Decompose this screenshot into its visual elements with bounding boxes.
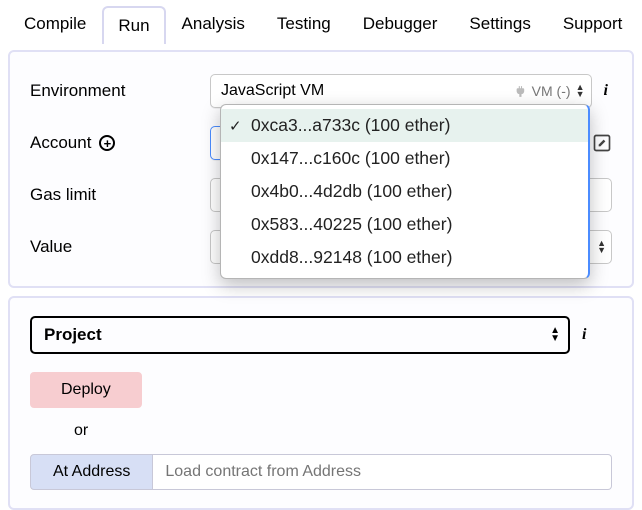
- tab-testing[interactable]: Testing: [261, 4, 347, 42]
- contract-selected: Project: [44, 325, 102, 345]
- tab-analysis[interactable]: Analysis: [166, 4, 261, 42]
- account-option[interactable]: 0x583...40225 (100 ether): [221, 208, 588, 241]
- select-arrows-icon: [576, 84, 585, 98]
- contract-info-icon[interactable]: i: [578, 326, 590, 344]
- tab-compile[interactable]: Compile: [8, 4, 102, 42]
- checkmark-icon: ✓: [229, 117, 242, 135]
- plug-icon: [515, 85, 528, 98]
- tab-support[interactable]: Support: [547, 4, 639, 42]
- select-arrows-icon: [550, 327, 560, 343]
- at-address-input[interactable]: [153, 454, 612, 490]
- or-label: or: [74, 422, 612, 440]
- deploy-button[interactable]: Deploy: [30, 372, 142, 408]
- environment-info-icon[interactable]: i: [600, 82, 612, 100]
- at-address-button[interactable]: At Address: [30, 454, 153, 490]
- environment-select[interactable]: JavaScript VM VM (-): [210, 74, 592, 108]
- account-option-text: 0xdd8...92148 (100 ether): [251, 247, 452, 268]
- environment-label: Environment: [30, 81, 210, 101]
- account-label-text: Account: [30, 133, 91, 153]
- tab-debugger[interactable]: Debugger: [347, 4, 454, 42]
- account-option[interactable]: ✓ 0xca3...a733c (100 ether): [221, 109, 588, 142]
- edit-account-icon[interactable]: [592, 133, 612, 153]
- deploy-panel: Project i Deploy or At Address: [8, 296, 634, 510]
- account-option-text: 0xca3...a733c (100 ether): [251, 115, 450, 136]
- account-option-text: 0x147...c160c (100 ether): [251, 148, 450, 169]
- vm-note: VM (-): [532, 83, 571, 99]
- environment-row: Environment JavaScript VM VM (-) i: [30, 74, 612, 108]
- account-option-text: 0x4b0...4d2db (100 ether): [251, 181, 452, 202]
- contract-select[interactable]: Project: [30, 316, 570, 354]
- tab-settings[interactable]: Settings: [453, 4, 546, 42]
- account-option[interactable]: 0xdd8...92148 (100 ether): [221, 241, 588, 274]
- account-option-text: 0x583...40225 (100 ether): [251, 214, 452, 235]
- add-account-icon[interactable]: +: [99, 135, 115, 151]
- environment-selected: JavaScript VM: [221, 82, 324, 100]
- gas-limit-label: Gas limit: [30, 185, 210, 205]
- tab-run[interactable]: Run: [102, 6, 165, 44]
- account-label: Account +: [30, 133, 210, 153]
- account-option[interactable]: 0x147...c160c (100 ether): [221, 142, 588, 175]
- select-arrows-icon: [597, 240, 606, 254]
- tab-bar: Compile Run Analysis Testing Debugger Se…: [0, 0, 642, 42]
- account-option[interactable]: 0x4b0...4d2db (100 ether): [221, 175, 588, 208]
- account-dropdown: ✓ 0xca3...a733c (100 ether) 0x147...c160…: [220, 104, 590, 279]
- value-label: Value: [30, 237, 210, 257]
